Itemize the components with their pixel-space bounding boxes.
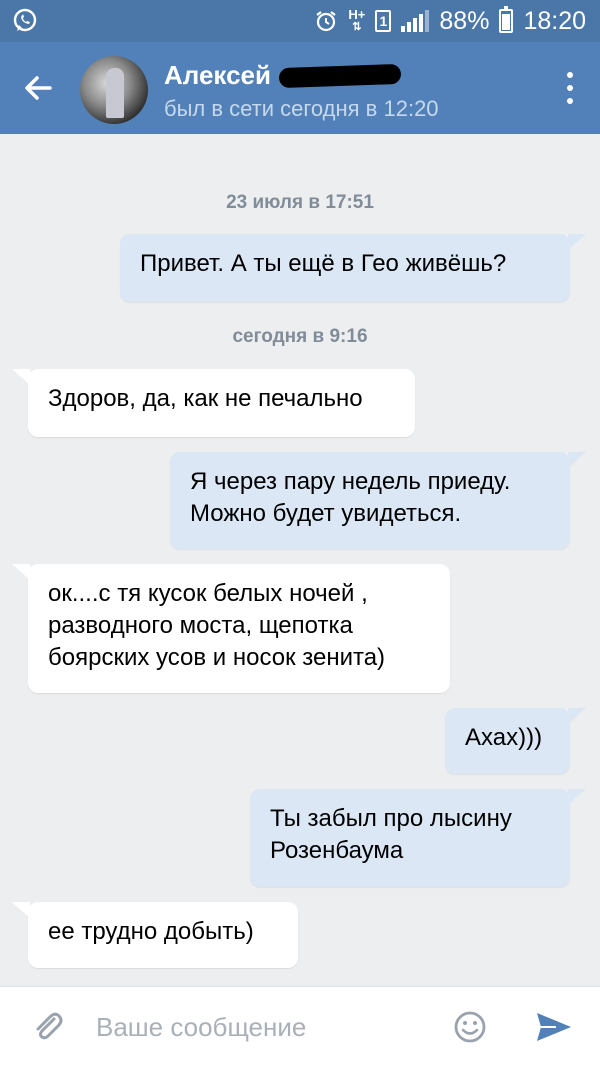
paperclip-icon[interactable] — [30, 1009, 66, 1045]
message-text: ок....с тя кусок белых ночей , — [48, 580, 368, 607]
message-text: Привет. А ты ещё в Гео живёшь? — [140, 250, 507, 277]
message-text: Я через пару недель приеду. — [190, 468, 511, 495]
message-outgoing[interactable]: Ты забыл про лысину Розенбаума — [250, 789, 586, 887]
alarm-icon — [314, 9, 338, 33]
composer-bar — [0, 986, 600, 1066]
message-outgoing[interactable]: Ахах))) — [445, 708, 586, 774]
avatar[interactable] — [80, 56, 148, 124]
battery-icon — [499, 6, 514, 33]
data-hplus-icon: H+ ⇅ — [348, 7, 366, 33]
redaction-mark — [278, 63, 402, 88]
network-label: H+ — [348, 7, 366, 22]
back-arrow-icon[interactable] — [20, 70, 56, 106]
more-options-icon[interactable] — [564, 72, 576, 104]
message-input[interactable] — [96, 1007, 436, 1047]
signal-icon — [401, 10, 430, 32]
message-incoming[interactable]: ок....с тя кусок белых ночей , разводног… — [12, 564, 450, 693]
contact-name: Алексей — [164, 60, 271, 90]
message-text: ее трудно добыть) — [48, 918, 254, 945]
clock: 18:20 — [523, 6, 586, 35]
message-text: Ты забыл про лысину — [270, 805, 512, 832]
message-text: разводного моста, щепотка — [48, 612, 353, 639]
message-text: Можно будет увидеться. — [190, 500, 462, 527]
message-incoming[interactable]: Здоров, да, как не печально — [12, 369, 415, 437]
message-list[interactable]: 23 июля в 17:51 Привет. А ты ещё в Гео ж… — [0, 134, 600, 986]
battery-percent: 88% — [439, 6, 490, 35]
send-icon[interactable] — [534, 1009, 574, 1045]
chat-header: Алексей был в сети сегодня в 12:20 — [0, 42, 600, 134]
message-outgoing[interactable]: Привет. А ты ещё в Гео живёшь? — [120, 234, 586, 302]
last-seen-status: был в сети сегодня в 12:20 — [164, 96, 439, 121]
message-text: боярских усов и носок зенита) — [48, 644, 386, 671]
date-separator: 23 июля в 17:51 — [226, 192, 374, 213]
status-bar: H+ ⇅ 1 88% 18:20 — [0, 0, 600, 42]
date-separator: сегодня в 9:16 — [232, 326, 368, 347]
message-text: Розенбаума — [270, 837, 404, 864]
sim-1-icon: 1 — [375, 10, 392, 32]
message-incoming[interactable]: ее трудно добыть) — [12, 902, 298, 968]
message-text: Ахах))) — [465, 724, 543, 751]
whatsapp-icon — [12, 8, 38, 34]
message-outgoing[interactable]: Я через пару недель приеду. Можно будет … — [170, 452, 586, 549]
emoji-icon[interactable] — [452, 1009, 488, 1045]
contact-name-row[interactable]: Алексей — [164, 60, 402, 91]
message-text: Здоров, да, как не печально — [48, 385, 363, 412]
